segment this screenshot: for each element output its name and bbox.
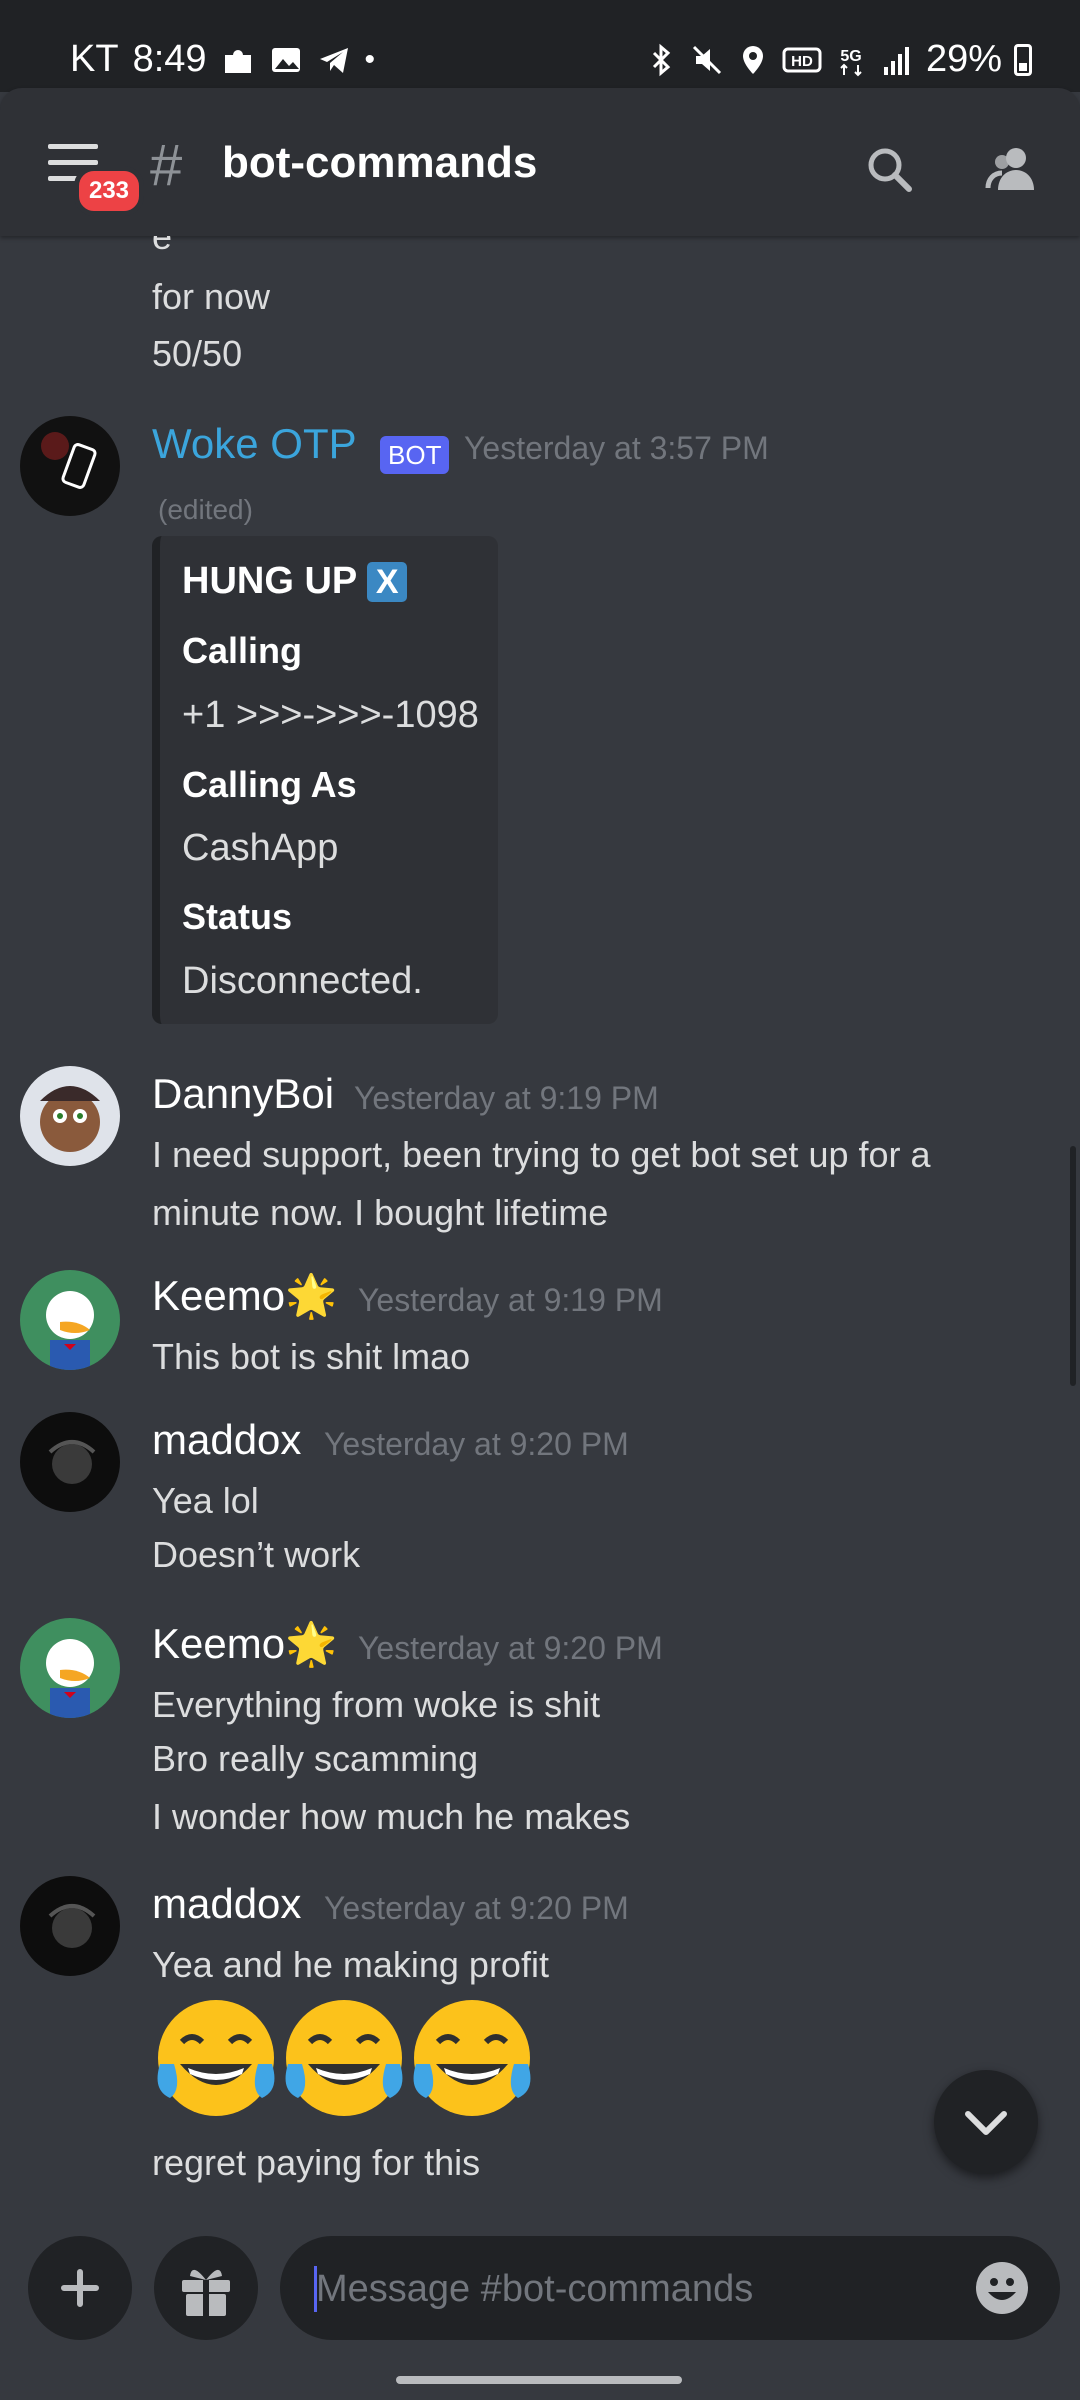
battery-icon: [1014, 43, 1032, 76]
message-line: Yea and he making profit: [152, 1944, 549, 1985]
bot-tag: BOT: [380, 436, 450, 474]
message-line: This bot is shit lmao: [152, 1336, 471, 1377]
timestamp: Yesterday at 9:19 PM: [354, 1080, 659, 1116]
members-icon[interactable]: [982, 140, 1042, 200]
svg-text:5G: 5G: [840, 48, 861, 65]
author-name[interactable]: maddox: [152, 1416, 301, 1464]
author-name[interactable]: Keemo🌟: [152, 1620, 337, 1669]
message-line: Doesn’t work: [152, 1534, 361, 1575]
embed-title: HUNG UP X: [182, 560, 408, 603]
message-line: 50/50: [152, 333, 243, 374]
home-indicator[interactable]: [396, 2376, 682, 2384]
timestamp: Yesterday at 3:57 PM: [464, 430, 769, 466]
gallery-icon: [271, 47, 300, 72]
author-name[interactable]: DannyBoi: [152, 1070, 334, 1118]
status-right: HD 5G 29%: [644, 38, 1032, 81]
unread-badge: 233: [74, 166, 144, 216]
channel-title: bot-commands: [222, 138, 538, 187]
gift-button[interactable]: [154, 2236, 258, 2340]
embed-title-text: HUNG UP: [182, 560, 358, 602]
laughing-tears-emoji: [413, 2000, 531, 2116]
message-composer: Message #bot-commands: [0, 2226, 1080, 2400]
author-name[interactable]: Woke OTP: [152, 420, 357, 468]
avatar-maddox[interactable]: [20, 1876, 120, 1976]
avatar-maddox[interactable]: [20, 1412, 120, 1512]
channel-header: 233 # bot-commands: [0, 88, 1080, 236]
message-line: I wonder how much he makes: [152, 1796, 631, 1837]
message-line: I need support, been trying to get bot s…: [152, 1134, 931, 1175]
chevron-down-icon: [965, 2111, 1007, 2135]
emoji-picker-icon[interactable]: [974, 2260, 1030, 2316]
gift-icon: [182, 2269, 230, 2316]
embed-field-name: Calling As: [182, 764, 357, 805]
embed-field-value: CashApp: [182, 827, 339, 869]
location-icon: [742, 45, 763, 74]
message-input[interactable]: Message #bot-commands: [280, 2236, 1060, 2340]
avatar-keemo[interactable]: [20, 1270, 120, 1370]
jump-to-present-button[interactable]: [934, 2070, 1038, 2174]
bluetooth-icon: [652, 43, 671, 76]
attach-button[interactable]: [28, 2236, 132, 2340]
message-line: e: [152, 236, 173, 257]
message-line: regret paying for this: [152, 2142, 481, 2183]
message-line: Yea lol: [152, 1480, 259, 1521]
telegram-icon: [319, 47, 348, 73]
timestamp: Yesterday at 9:20 PM: [324, 1426, 629, 1462]
avatar-woke-otp[interactable]: [20, 416, 120, 516]
message-line: minute now. I bought lifetime: [152, 1192, 609, 1233]
scrollbar[interactable]: [1070, 1146, 1076, 1386]
hd-icon: HD: [782, 47, 822, 72]
status-left: KT 8:49 •: [70, 38, 375, 81]
clock: 8:49: [132, 38, 207, 80]
puzzle-icon: [224, 49, 251, 73]
bot-embed: HUNG UP X Calling +1 >>>->>>-1098 Callin…: [152, 536, 498, 1024]
carrier-label: KT: [70, 38, 119, 80]
message-list[interactable]: e for now 50/50 Woke OTP BOT Yesterday a…: [0, 236, 1080, 2226]
battery-percent: 29%: [925, 38, 1002, 80]
5g-icon: 5G: [840, 48, 862, 76]
search-icon[interactable]: [860, 140, 920, 200]
plus-icon: [61, 2269, 99, 2307]
embed-field-value: +1 >>>->>>-1098: [182, 694, 479, 736]
embed-field-value: Disconnected.: [182, 960, 423, 1002]
author-name[interactable]: Keemo🌟: [152, 1272, 337, 1321]
embed-field-name: Calling: [182, 630, 303, 671]
emoji-row: [152, 1994, 536, 2122]
laughing-tears-emoji: [285, 2000, 403, 2116]
timestamp: Yesterday at 9:19 PM: [358, 1282, 663, 1318]
laughing-tears-emoji: [157, 2000, 275, 2116]
message-line: for now: [152, 276, 271, 317]
timestamp: Yesterday at 9:20 PM: [324, 1890, 629, 1926]
mute-icon: [692, 45, 721, 74]
signal-icon: [883, 46, 909, 75]
notification-dot: •: [364, 42, 376, 76]
avatar-dannyboi[interactable]: [20, 1066, 120, 1166]
channel-hash-icon: #: [150, 133, 183, 198]
timestamp: Yesterday at 9:20 PM: [358, 1630, 663, 1666]
svg-text:HD: HD: [791, 53, 813, 70]
author-name[interactable]: maddox: [152, 1880, 301, 1928]
status-bar: KT 8:49 • HD 5G 29%: [0, 0, 1080, 92]
edited-label: (edited): [158, 494, 253, 525]
avatar-keemo[interactable]: [20, 1618, 120, 1718]
message-placeholder: Message #bot-commands: [316, 2268, 754, 2310]
message-line: Bro really scamming: [152, 1738, 479, 1779]
message-line: Everything from woke is shit: [152, 1684, 601, 1725]
cross-mark-icon: X: [367, 561, 408, 602]
embed-field-name: Status: [182, 896, 293, 937]
